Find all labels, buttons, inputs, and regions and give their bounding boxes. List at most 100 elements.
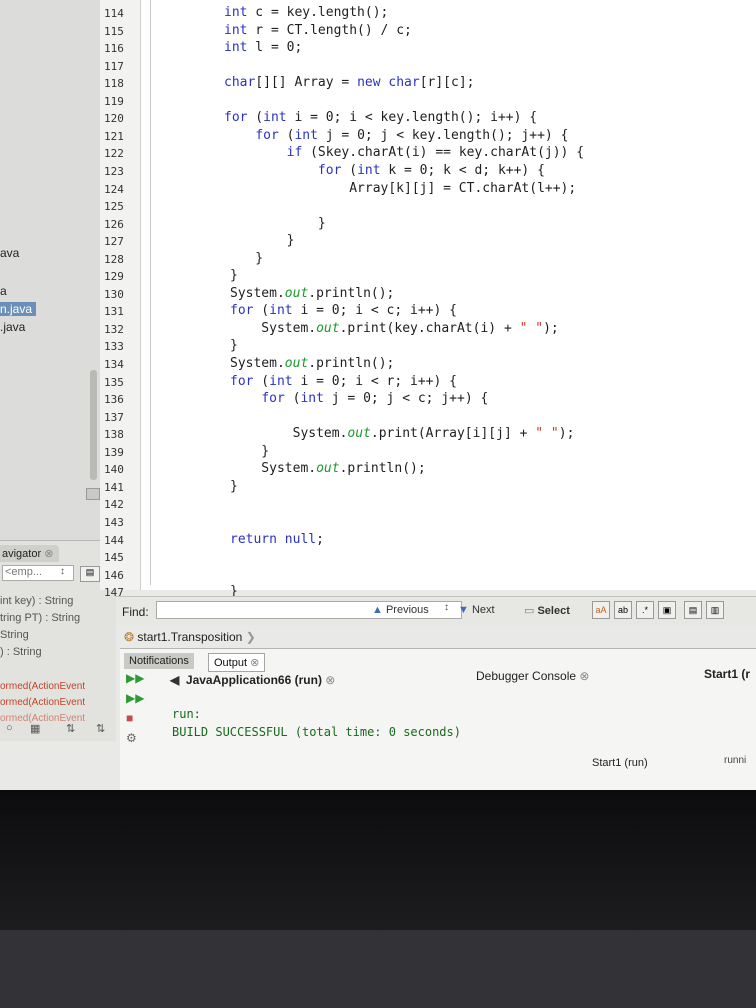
line-number: 114: [104, 7, 124, 20]
filter-icon[interactable]: ○: [6, 722, 13, 734]
code-line[interactable]: int r = CT.length() / c;: [224, 23, 412, 38]
line-number: 131: [104, 305, 124, 319]
run-output-tab-label: JavaApplication66 (run): [185, 673, 322, 687]
match-case-icon[interactable]: aA: [592, 601, 610, 619]
project-tree-item[interactable]: a: [0, 284, 7, 298]
navigator-panel: avigator ⊗ <emp... ↕ ▤ int key) : String…: [0, 540, 116, 741]
output-toolbar: ▶▶ ▶▶ ■ ⚙: [120, 671, 146, 761]
code-line[interactable]: }: [230, 479, 238, 494]
run-output-tab[interactable]: ◀ JavaApplication66 (run) ⊗: [170, 673, 335, 687]
regex-icon[interactable]: .*: [636, 601, 654, 619]
line-number: 116: [104, 42, 124, 56]
navigator-member[interactable]: int key) : String: [0, 595, 73, 607]
code-line[interactable]: char[][] Array = new char[r][c];: [224, 75, 474, 90]
previous-button[interactable]: ▲ Previous: [372, 604, 429, 616]
line-number: 144: [104, 533, 124, 547]
navigator-member[interactable]: ) : String: [0, 646, 42, 658]
options-icon[interactable]: ▥: [706, 601, 724, 619]
tab-output[interactable]: Output ⊗: [208, 653, 266, 672]
output-panel: Notifications Output ⊗ ◀ JavaApplication…: [120, 648, 756, 790]
sort-by-name-icon[interactable]: ⇅: [66, 722, 75, 735]
code-line[interactable]: }: [224, 233, 295, 248]
line-number: 130: [104, 287, 124, 301]
close-icon[interactable]: ⊗: [579, 669, 589, 683]
minimize-panel-button[interactable]: [86, 488, 100, 500]
close-icon[interactable]: ⊗: [325, 673, 335, 687]
project-tree-item[interactable]: ava: [0, 246, 19, 260]
navigator-tab[interactable]: avigator ⊗: [0, 545, 60, 562]
navigator-options-icon[interactable]: ▤: [80, 566, 100, 582]
code-line[interactable]: }: [230, 268, 238, 283]
line-number: 124: [104, 182, 124, 196]
code-line[interactable]: System.out.print(key.charAt(i) + " ");: [230, 321, 558, 336]
code-line[interactable]: }: [224, 251, 263, 266]
sort-icon[interactable]: ▦: [30, 722, 40, 735]
navigator-member[interactable]: String: [0, 629, 29, 641]
rerun-with-options-icon[interactable]: ▶▶: [126, 691, 144, 705]
code-line[interactable]: for (int j = 0; j < key.length(); j++) {: [224, 128, 568, 143]
project-tree-item[interactable]: .java: [0, 320, 25, 334]
line-number: 142: [104, 498, 124, 512]
previous-icon: ▲: [372, 604, 383, 616]
close-icon[interactable]: ⊗: [44, 548, 53, 560]
line-number: 138: [104, 428, 124, 442]
code-line[interactable]: for (int i = 0; i < r; i++) {: [230, 374, 457, 389]
code-line[interactable]: int l = 0;: [224, 40, 302, 55]
find-label: Find:: [122, 605, 149, 619]
line-number: 133: [104, 340, 124, 354]
code-line[interactable]: for (int i = 0; i < key.length(); i++) {: [224, 110, 537, 125]
whole-words-icon[interactable]: ab: [614, 601, 632, 619]
code-line[interactable]: System.out.println();: [230, 286, 394, 301]
chevron-updown-icon[interactable]: ↕: [60, 566, 65, 577]
tab-notifications[interactable]: Notifications: [124, 653, 194, 669]
status-state: runni: [724, 755, 747, 766]
code-line[interactable]: System.out.print(Array[i][j] + " ");: [230, 426, 575, 441]
navigator-toolbar: ○ ▦ ⇅ ⇅: [0, 722, 120, 740]
find-history-dropdown[interactable]: ↕: [444, 602, 449, 613]
code-line[interactable]: for (int j = 0; j < c; j++) {: [230, 391, 488, 406]
code-line[interactable]: Array[k][j] = CT.charAt(l++);: [224, 181, 576, 196]
code-line[interactable]: }: [224, 216, 326, 231]
code-line[interactable]: for (int k = 0; k < d; k++) {: [224, 163, 545, 178]
sort-by-source-icon[interactable]: ⇅: [96, 722, 105, 735]
line-number: 132: [104, 322, 124, 336]
keyboard-edge: [0, 930, 756, 1008]
scroll-left-icon[interactable]: ◀: [170, 673, 179, 687]
tab-output-label: Output: [214, 657, 248, 669]
line-number: 125: [104, 200, 124, 214]
select-button[interactable]: ▭ Select: [524, 604, 570, 617]
code-line[interactable]: }: [230, 444, 269, 459]
stop-icon[interactable]: ■: [126, 711, 133, 725]
line-number: 122: [104, 147, 124, 161]
start1-output-tab[interactable]: Start1 (r: [704, 667, 750, 681]
highlight-results-icon[interactable]: ▣: [658, 601, 676, 619]
code-fold-margin: [150, 0, 151, 585]
code-line[interactable]: if (Skey.charAt(i) == key.charAt(j)) {: [224, 145, 584, 160]
settings-icon[interactable]: ⚙: [126, 731, 137, 745]
navigator-event-member[interactable]: ormed(ActionEvent: [0, 697, 85, 708]
status-task[interactable]: Start1 (run): [592, 757, 648, 769]
project-tree-item-selected[interactable]: n.java: [0, 302, 37, 316]
rerun-icon[interactable]: ▶▶: [126, 671, 144, 685]
code-line[interactable]: System.out.println();: [230, 356, 394, 371]
output-console[interactable]: run: BUILD SUCCESSFUL (total time: 0 sec…: [172, 705, 461, 741]
navigator-member[interactable]: tring PT) : String: [0, 612, 80, 624]
line-number: 140: [104, 463, 124, 477]
next-label: Next: [471, 604, 495, 616]
debugger-console-tab[interactable]: Debugger Console ⊗: [476, 669, 589, 683]
next-button[interactable]: ▼ Next: [458, 604, 495, 616]
line-number: 134: [104, 358, 124, 371]
code-line[interactable]: for (int i = 0; i < c; i++) {: [230, 303, 457, 318]
code-line[interactable]: int c = key.length();: [224, 5, 388, 20]
next-icon: ▼: [458, 604, 469, 616]
close-icon[interactable]: ⊗: [250, 657, 259, 669]
code-line[interactable]: return null;: [230, 532, 324, 547]
code-line[interactable]: System.out.println();: [230, 461, 425, 476]
code-line[interactable]: }: [230, 338, 238, 353]
line-number: 120: [104, 112, 124, 126]
line-number: 119: [104, 94, 124, 108]
navigator-event-member[interactable]: ormed(ActionEvent: [0, 681, 85, 692]
wrap-around-icon[interactable]: ▤: [684, 601, 702, 619]
projects-scrollbar[interactable]: [90, 370, 97, 480]
breadcrumb[interactable]: ❂ start1.Transposition ❯: [124, 630, 256, 644]
